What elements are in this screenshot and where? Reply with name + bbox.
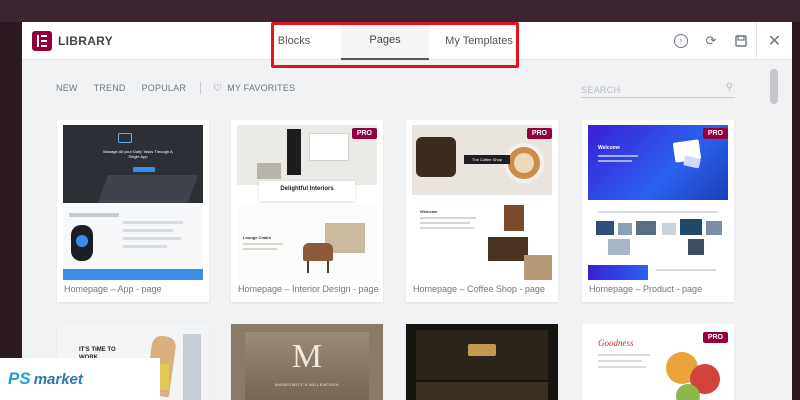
pro-badge: PRO: [702, 128, 728, 139]
search-input[interactable]: [581, 82, 717, 98]
preview-headline: Goodness: [598, 338, 634, 348]
toolbar-divider: [200, 82, 202, 94]
template-preview: The Coffee Shop Welcome: [412, 125, 552, 280]
template-preview: Delightful Interiors Lounge Chairs: [237, 125, 377, 280]
template-preview: Welcome: [588, 125, 728, 280]
filter-new[interactable]: NEW: [56, 83, 78, 93]
template-title: Homepage – Coffee Shop - page: [413, 284, 545, 294]
pro-badge: PRO: [702, 332, 728, 343]
template-preview: Manage All your Daily Tasks Through A Si…: [63, 125, 203, 280]
modal-header: LIBRARY Blocks Pages My Templates ↑ ⟳ ✕: [22, 22, 792, 60]
tab-my-templates[interactable]: My Templates: [429, 22, 529, 60]
sync-icon[interactable]: ⟳: [696, 22, 726, 60]
preview-headline: Delightful Interiors: [280, 186, 334, 192]
template-title: Homepage – Product - page: [589, 284, 703, 294]
preview-headline: Welcome: [598, 145, 620, 151]
library-modal: LIBRARY Blocks Pages My Templates ↑ ⟳ ✕ …: [22, 22, 792, 400]
template-title: Homepage – Interior Design - page: [238, 284, 379, 294]
template-title: Homepage – App - page: [64, 284, 162, 294]
header-actions: ↑ ⟳ ✕: [666, 22, 792, 60]
template-card-interior-design[interactable]: PRO Delightful Interiors Lounge Chairs H…: [231, 120, 383, 302]
preview-headline: Manage All your Daily Tasks Through A Si…: [103, 149, 173, 159]
backdrop: [0, 0, 800, 22]
template-card-row2-firm[interactable]: M MARKOWITZ & MILLENCASH: [231, 324, 383, 400]
my-favorites-label: MY FAVORITES: [227, 83, 296, 93]
filter-toolbar: NEW TREND POPULAR ♡ MY FAVORITES: [56, 82, 295, 94]
scrollbar[interactable]: [770, 69, 778, 104]
heart-icon: ♡: [213, 82, 223, 94]
tab-blocks[interactable]: Blocks: [269, 22, 319, 60]
filter-popular[interactable]: POPULAR: [142, 83, 186, 93]
filter-trend[interactable]: TREND: [94, 83, 126, 93]
watermark: PS market: [0, 358, 160, 400]
preview-subheadline: MARKOWITZ & MILLENCASH: [275, 382, 339, 387]
template-card-product[interactable]: PRO Welcome Homepage – Product - page: [582, 120, 734, 302]
my-favorites-filter[interactable]: ♡ MY FAVORITES: [213, 83, 295, 94]
pro-badge: PRO: [351, 128, 377, 139]
search-icon: ⚲: [725, 82, 733, 93]
preview-logo-letter: M: [291, 338, 323, 375]
template-card-row2-goodness[interactable]: PRO Goodness: [582, 324, 734, 400]
template-card-coffee-shop[interactable]: PRO The Coffee Shop Welcome Homepage – C…: [406, 120, 558, 302]
preview-subheadline: Welcome: [420, 209, 438, 214]
preview-headline: The Coffee Shop: [471, 157, 503, 162]
library-title: LIBRARY: [58, 34, 113, 48]
pro-badge: PRO: [526, 128, 552, 139]
tab-pages[interactable]: Pages: [341, 22, 429, 60]
template-card-row2-restaurant[interactable]: [406, 324, 558, 400]
template-card-app[interactable]: Manage All your Daily Tasks Through A Si…: [57, 120, 209, 302]
elementor-logo-icon: [32, 31, 52, 51]
preview-subheadline: Lounge Chairs: [243, 235, 272, 240]
close-icon[interactable]: ✕: [756, 22, 792, 60]
tab-bar: Blocks Pages My Templates: [269, 22, 529, 60]
search-field: ⚲: [581, 80, 735, 98]
psmarket-logo: PS market: [8, 369, 83, 388]
upload-icon[interactable]: ↑: [666, 22, 696, 60]
save-icon[interactable]: [726, 22, 756, 60]
